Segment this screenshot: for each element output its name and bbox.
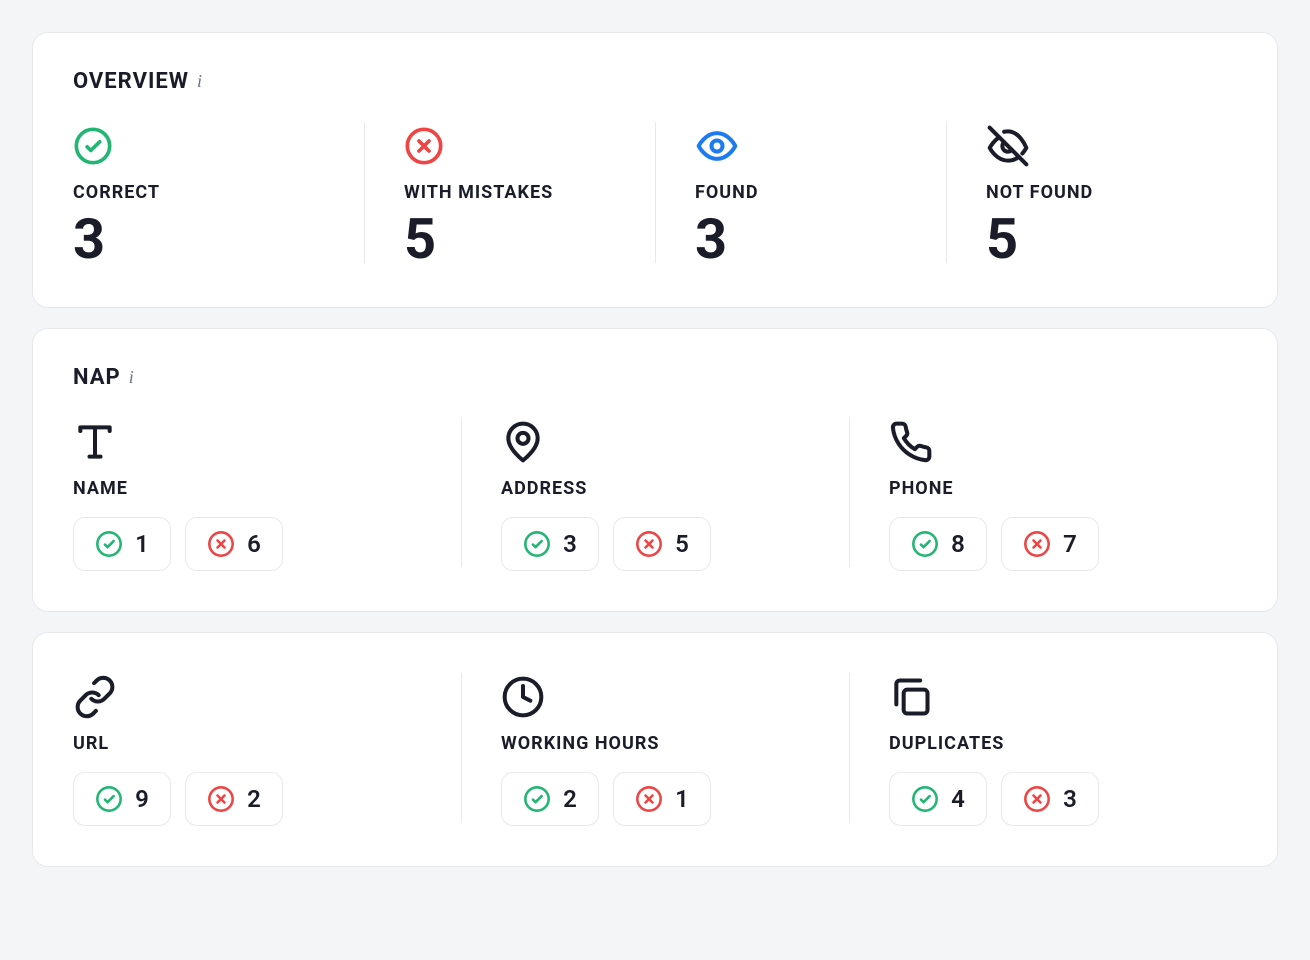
check-circle-icon [911,530,939,558]
overview-found-cell: FOUND 3 [655,122,946,267]
overview-title: OVERVIEW i [73,69,1237,94]
nap-card: NAP i NAME 1 6 [32,328,1278,612]
link-icon [73,673,421,721]
extra-url-err-pill[interactable]: 2 [185,772,283,826]
page: OVERVIEW i CORRECT 3 WITH MISTAKES 5 [0,0,1310,960]
extra-hours-cell: WORKING HOURS 2 1 [461,673,849,826]
nap-phone-pills: 8 7 [889,517,1197,571]
overview-correct-value: 3 [73,211,324,267]
x-circle-icon [207,530,235,558]
extra-duplicates-ok-pill[interactable]: 4 [889,772,987,826]
eye-icon [695,122,906,170]
extra-url-ok-pill[interactable]: 9 [73,772,171,826]
extra-url-ok-value: 9 [135,785,149,813]
extra-duplicates-err-value: 3 [1063,785,1077,813]
check-circle-icon [523,785,551,813]
nap-address-ok-value: 3 [563,530,577,558]
check-circle-icon [95,530,123,558]
nap-name-ok-pill[interactable]: 1 [73,517,171,571]
overview-grid: CORRECT 3 WITH MISTAKES 5 FOUND 3 [73,122,1237,267]
nap-name-label: NAME [73,478,421,499]
extra-duplicates-label: DUPLICATES [889,733,1197,754]
x-circle-icon [635,785,663,813]
nap-name-err-value: 6 [247,530,261,558]
overview-found-label: FOUND [695,182,906,203]
check-circle-icon [95,785,123,813]
nap-title: NAP i [73,365,1237,390]
extra-grid: URL 9 2 WORKING HOURS [73,673,1237,826]
extra-hours-pills: 2 1 [501,772,809,826]
nap-phone-ok-pill[interactable]: 8 [889,517,987,571]
x-circle-icon [1023,785,1051,813]
extra-hours-label: WORKING HOURS [501,733,809,754]
nap-name-cell: NAME 1 6 [73,418,461,571]
x-circle-icon [635,530,663,558]
nap-phone-label: PHONE [889,478,1197,499]
info-icon[interactable]: i [197,71,203,92]
overview-mistakes-cell: WITH MISTAKES 5 [364,122,655,267]
info-icon[interactable]: i [129,367,135,388]
overview-correct-label: CORRECT [73,182,324,203]
x-circle-icon [207,785,235,813]
copy-icon [889,673,1197,721]
overview-card: OVERVIEW i CORRECT 3 WITH MISTAKES 5 [32,32,1278,308]
eye-off-icon [986,122,1197,170]
extra-hours-err-pill[interactable]: 1 [613,772,711,826]
extra-url-label: URL [73,733,421,754]
check-circle-icon [911,785,939,813]
extra-hours-ok-pill[interactable]: 2 [501,772,599,826]
map-pin-icon [501,418,809,466]
nap-title-text: NAP [73,365,121,390]
extra-card: URL 9 2 WORKING HOURS [32,632,1278,867]
type-icon [73,418,421,466]
nap-address-label: ADDRESS [501,478,809,499]
extra-url-err-value: 2 [247,785,261,813]
overview-mistakes-label: WITH MISTAKES [404,182,615,203]
nap-address-err-pill[interactable]: 5 [613,517,711,571]
overview-mistakes-value: 5 [404,211,615,267]
overview-title-text: OVERVIEW [73,69,189,94]
nap-address-ok-pill[interactable]: 3 [501,517,599,571]
overview-correct-cell: CORRECT 3 [73,122,364,267]
nap-phone-err-pill[interactable]: 7 [1001,517,1099,571]
nap-address-cell: ADDRESS 3 5 [461,418,849,571]
extra-duplicates-cell: DUPLICATES 4 3 [849,673,1237,826]
x-circle-icon [404,122,615,170]
nap-address-pills: 3 5 [501,517,809,571]
nap-name-pills: 1 6 [73,517,421,571]
clock-icon [501,673,809,721]
overview-found-value: 3 [695,211,906,267]
extra-url-cell: URL 9 2 [73,673,461,826]
nap-name-ok-value: 1 [135,530,149,558]
nap-grid: NAME 1 6 ADDRESS [73,418,1237,571]
phone-icon [889,418,1197,466]
check-circle-icon [73,122,324,170]
extra-hours-ok-value: 2 [563,785,577,813]
extra-url-pills: 9 2 [73,772,421,826]
extra-duplicates-err-pill[interactable]: 3 [1001,772,1099,826]
nap-name-err-pill[interactable]: 6 [185,517,283,571]
overview-notfound-value: 5 [986,211,1197,267]
extra-duplicates-ok-value: 4 [951,785,965,813]
overview-notfound-label: NOT FOUND [986,182,1197,203]
overview-notfound-cell: NOT FOUND 5 [946,122,1237,267]
check-circle-icon [523,530,551,558]
extra-hours-err-value: 1 [675,785,689,813]
extra-duplicates-pills: 4 3 [889,772,1197,826]
nap-address-err-value: 5 [675,530,689,558]
nap-phone-ok-value: 8 [951,530,965,558]
x-circle-icon [1023,530,1051,558]
nap-phone-err-value: 7 [1063,530,1077,558]
nap-phone-cell: PHONE 8 7 [849,418,1237,571]
